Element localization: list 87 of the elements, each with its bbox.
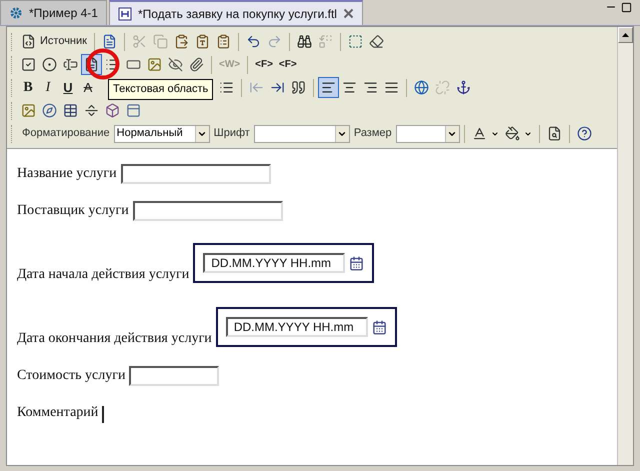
scrollbar[interactable] — [617, 27, 633, 465]
maximize-icon[interactable] — [621, 2, 632, 13]
quote-icon — [291, 80, 306, 95]
tab-label: *Пример 4-1 — [29, 5, 98, 22]
scissors-icon — [132, 34, 147, 49]
align-justify-icon — [384, 80, 399, 95]
clipboard-list-icon — [216, 34, 231, 49]
calendar-icon[interactable] — [372, 320, 387, 334]
paint-bucket-icon — [504, 126, 520, 141]
text-area-icon — [84, 57, 99, 72]
undo-icon — [246, 34, 261, 49]
date-picker[interactable]: DD.MM.YYYY HH.mm — [216, 307, 397, 347]
date-field[interactable]: DD.MM.YYYY HH.mm — [203, 253, 346, 273]
preview-icon — [546, 126, 562, 141]
gear-icon — [9, 6, 23, 20]
cube-icon — [105, 103, 120, 118]
file-icon — [118, 6, 132, 20]
outdent-icon — [249, 80, 264, 95]
document-icon — [102, 34, 117, 49]
scroll-up-button[interactable] — [618, 27, 633, 43]
align-left-icon — [321, 80, 336, 95]
text-cursor — [102, 406, 104, 423]
text-field-icon — [63, 57, 78, 72]
dropdown[interactable] — [396, 124, 460, 142]
editor-tab[interactable]: *Подать заявку на покупку услуги.ftl — [108, 0, 363, 25]
binoculars-icon — [296, 34, 312, 49]
indent-icon — [270, 80, 285, 95]
clipboard-text-icon — [194, 34, 210, 49]
bullet-list-icon — [219, 80, 234, 95]
replace-icon — [318, 34, 333, 49]
field-label: Название услуги — [17, 165, 117, 183]
form-button-icon — [126, 57, 141, 72]
dropdown[interactable]: Нормальный — [114, 124, 210, 142]
anchor-icon — [456, 80, 471, 95]
format-button[interactable]: <F> — [276, 54, 300, 75]
align-right-icon — [363, 80, 378, 95]
checkbox-icon — [21, 57, 36, 72]
page-break-icon — [126, 103, 141, 118]
highlight-circle — [86, 48, 120, 80]
format-button[interactable]: <F> — [252, 54, 276, 75]
close-icon[interactable] — [342, 8, 354, 19]
caret-icon — [490, 130, 499, 138]
tab-label: *Подать заявку на покупку услуги.ftl — [138, 6, 337, 22]
text-color-icon — [472, 126, 487, 141]
caret-icon — [524, 130, 532, 138]
help-icon — [576, 126, 592, 141]
field-label: Комментарий — [17, 404, 98, 422]
select-all-icon — [348, 34, 363, 49]
format-button[interactable]: A — [78, 77, 98, 98]
horizontal-rule-icon — [84, 103, 99, 118]
copy-icon — [152, 34, 168, 49]
source-button[interactable]: Источник — [18, 31, 90, 52]
toolbar-label: Шрифт — [212, 126, 251, 142]
dropdown[interactable] — [254, 124, 350, 142]
table-icon — [63, 103, 78, 118]
toolbar-label: Размер — [352, 126, 393, 142]
calendar-icon[interactable] — [349, 256, 364, 270]
hidden-field-icon — [168, 57, 183, 72]
input-field[interactable] — [132, 201, 283, 221]
date-field[interactable]: DD.MM.YYYY HH.mm — [226, 317, 368, 337]
field-label: Поставщик услуги — [17, 202, 129, 220]
editor-tab[interactable]: *Пример 4-1 — [0, 0, 107, 25]
field-label: Стоимость услуги — [17, 367, 126, 385]
compass-icon — [42, 103, 57, 118]
unlink-icon — [435, 80, 450, 95]
toolbar-label: Форматирование — [21, 126, 111, 142]
eraser-icon — [368, 34, 384, 49]
globe-icon — [414, 80, 429, 95]
input-field[interactable] — [129, 366, 220, 386]
field-label: Дата окончания действия услуги — [17, 330, 212, 348]
image-icon — [21, 103, 36, 118]
radio-icon — [42, 57, 57, 72]
format-button[interactable]: B — [18, 77, 38, 98]
tooltip: Текстовая область — [108, 79, 214, 100]
format-button[interactable]: U — [58, 77, 78, 98]
source-icon — [21, 34, 36, 49]
format-button[interactable]: I — [38, 77, 58, 98]
clipboard-icon — [174, 34, 189, 49]
toolbar-button[interactable] — [318, 77, 339, 98]
image-icon — [147, 57, 162, 72]
align-center-icon — [342, 80, 357, 95]
paperclip-icon — [189, 57, 204, 72]
input-field[interactable] — [120, 164, 271, 184]
field-label: Дата начала действия услуги — [17, 266, 190, 284]
date-picker[interactable]: DD.MM.YYYY HH.mm — [193, 243, 374, 283]
redo-icon — [266, 34, 282, 49]
up-arrow-icon — [622, 33, 629, 37]
